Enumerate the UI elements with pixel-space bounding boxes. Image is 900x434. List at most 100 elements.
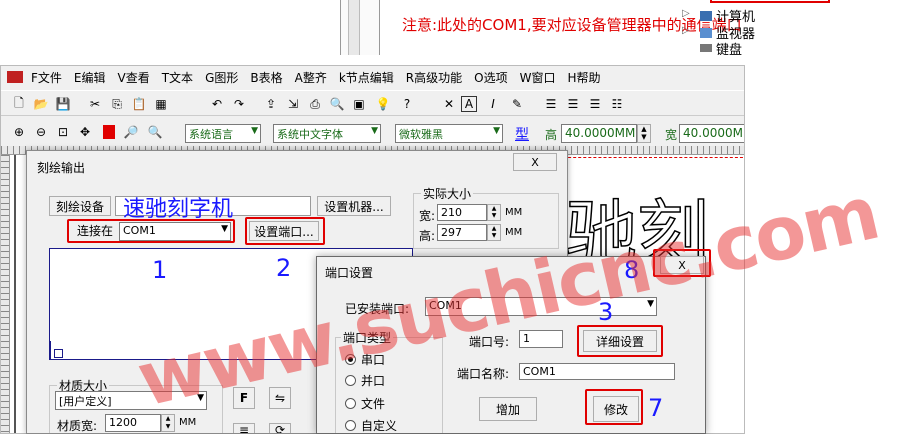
close-icon[interactable]: X [513,153,557,171]
menu-window[interactable]: W窗口 [520,69,556,86]
tool-cross-icon[interactable]: ✕ [439,94,459,114]
tree-item-monitor[interactable]: 监视器 [700,23,755,42]
zoom-in-icon[interactable]: ⊕ [9,122,29,142]
installed-port-select[interactable]: COM1 [425,297,657,316]
material-width-spin[interactable]: ▲ ▼ [161,414,175,432]
redo-icon[interactable]: ↷ [229,94,249,114]
tree-expander[interactable]: ▷ [682,25,690,36]
width-unit: MM [505,207,523,218]
help-icon[interactable]: ? [397,94,417,114]
pan-icon[interactable]: ✥ [75,122,95,142]
zoom-out-icon[interactable]: ⊖ [31,122,51,142]
cut-icon[interactable]: ✂ [85,94,105,114]
port-name-label: 端口名称: [457,367,510,381]
new-icon[interactable]: 🗋 [9,94,29,114]
align-center-icon[interactable]: ☰ [563,94,583,114]
menu-view[interactable]: V查看 [118,69,150,86]
menu-table[interactable]: B表格 [250,69,282,86]
zoom-page-icon[interactable]: 🔍 [145,122,165,142]
import-icon[interactable]: ⇪ [261,94,281,114]
preview-origin-line [49,341,51,359]
dialog-title: 刻绘输出 [37,161,86,175]
open-icon[interactable]: 📂 [31,94,51,114]
font-select[interactable]: 微软雅黑 [395,124,503,143]
width-input[interactable]: 40.0000MM [679,124,744,143]
annotation-1: 1 [152,256,168,284]
radio-custom[interactable]: 自定义 [345,417,397,433]
align-justify-icon[interactable]: ☷ [607,94,627,114]
width-label: 宽 [665,128,678,142]
setup-machine-button[interactable]: 设置机器... [317,196,391,216]
toolbar-format: ⊕ ⊖ ⊡ ✥ 🔎 🔍 系统语言 系统中文字体 微软雅黑 型 高 40.0000… [1,118,744,146]
menu-file[interactable]: F文件 [31,69,62,86]
menu-help[interactable]: H帮助 [567,69,600,86]
actual-size-title: 实际大小 [421,185,474,202]
type-label[interactable]: 型 [515,124,529,144]
menu-graphic[interactable]: G图形 [205,69,238,86]
close-highlight [653,249,711,277]
material-width-input[interactable]: 1200 [105,414,161,432]
color-icon[interactable] [99,122,119,142]
edit-icon[interactable]: ✎ [507,94,527,114]
menu-options[interactable]: O选项 [474,69,507,86]
height-input[interactable]: 40.0000MM [561,124,637,143]
radio-serial[interactable]: 串口 [345,351,385,368]
height-spin[interactable]: ▲ ▼ [637,124,651,143]
tree-expander[interactable]: ▷ [682,8,690,19]
tree-item-label: 键盘 [716,42,743,56]
clipboard-icon[interactable]: ▦ [151,94,171,114]
actual-width-input[interactable]: 210 [437,204,487,221]
annotation-7: 7 [648,394,664,422]
device-button[interactable]: 刻绘设备 [49,196,111,216]
text-a-icon[interactable]: A [461,96,477,112]
align-icon[interactable]: ≡ [233,423,255,433]
zoom-fit-icon[interactable]: ⊡ [53,122,73,142]
port-name-input[interactable]: COM1 [519,363,675,380]
tree-item-keyboard[interactable]: 键盘 [700,41,742,55]
bulb-icon[interactable]: 💡 [373,94,393,114]
radio-parallel[interactable]: 并口 [345,372,385,389]
toolbar-main: 🗋 📂 💾 ✂ ⎘ 📋 ▦ ↶ ↷ ⇪ ⇲ ⎙ 🔍 ▣ 💡 ? ✕ A I ✎ … [1,90,744,116]
rotate-icon[interactable]: ⟳ [269,423,291,433]
menu-text[interactable]: T文本 [162,69,193,86]
zoom-area-icon[interactable]: 🔎 [121,122,141,142]
menu-arrange[interactable]: A整齐 [295,69,327,86]
align-right-icon[interactable]: ☰ [585,94,605,114]
port-no-input[interactable]: 1 [519,330,563,348]
text-italic-icon[interactable]: I [483,94,503,114]
menu-edit[interactable]: E编辑 [74,69,106,86]
language-select[interactable]: 系统语言 [185,124,261,143]
font-set-select[interactable]: 系统中文字体 [273,124,381,143]
preview-icon[interactable]: 🔍 [327,94,347,114]
paste-icon[interactable]: 📋 [129,94,149,114]
computer-icon [700,10,712,21]
actual-width-spin[interactable]: ▲ ▼ [487,204,501,221]
height-unit: MM [505,227,523,238]
output-icon[interactable]: ▣ [349,94,369,114]
menu-node-edit[interactable]: k节点编辑 [339,69,394,86]
height-label: 高 [545,128,558,142]
height-label: 高: [419,229,436,243]
radio-file[interactable]: 文件 [345,395,385,412]
device-tree-highlight [710,0,830,3]
annotation-2: 2 [276,254,292,282]
mirror-icon[interactable]: ⇋ [269,387,291,409]
export-icon[interactable]: ⇲ [283,94,303,114]
material-select[interactable]: [用户定义] [55,391,207,410]
preview-marker [54,349,63,358]
undo-icon[interactable]: ↶ [207,94,227,114]
actual-height-spin[interactable]: ▲ ▼ [487,224,501,241]
add-button[interactable]: 增加 [479,397,537,421]
installed-port-label: 已安装端口: [345,302,410,316]
app-logo-icon [7,71,23,83]
save-icon[interactable]: 💾 [53,94,73,114]
print-icon[interactable]: ⎙ [305,94,325,114]
copy-icon[interactable]: ⎘ [107,94,127,114]
f-button[interactable]: F [233,387,255,409]
radio-label: 串口 [361,353,386,367]
actual-height-input[interactable]: 297 [437,224,487,241]
align-left-icon[interactable]: ☰ [541,94,561,114]
annotation-3: 3 [598,298,614,326]
menu-advanced[interactable]: R高级功能 [406,69,462,86]
port-no-label: 端口号: [469,335,510,349]
